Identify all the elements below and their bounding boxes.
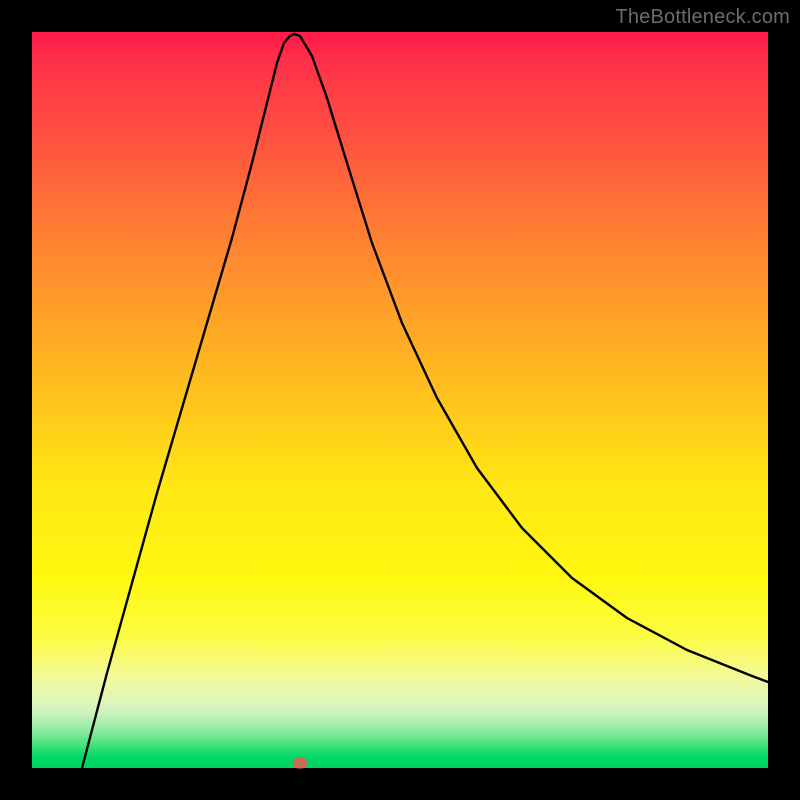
bottleneck-curve [32, 32, 768, 768]
chart-frame: TheBottleneck.com [0, 0, 800, 800]
watermark-text: TheBottleneck.com [615, 6, 790, 29]
plot-area [32, 32, 768, 768]
minimum-marker [293, 758, 307, 769]
